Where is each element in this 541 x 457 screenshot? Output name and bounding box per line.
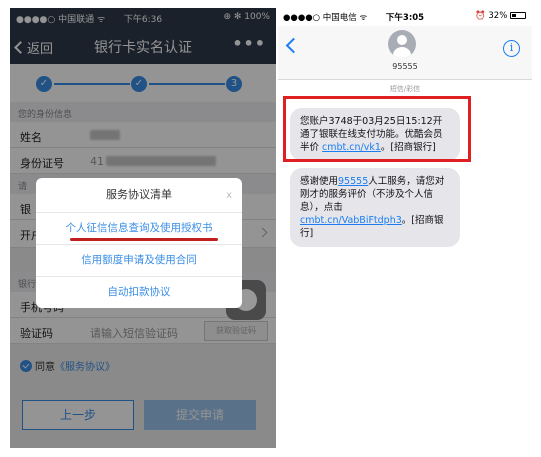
phone-number-link[interactable]: 95555 [338,176,368,187]
battery-status: ⏰ 32% [475,11,526,21]
status-bar: ●●●●○ 中国电信 ᯤ 下午3:05 ⏰ 32% [278,8,532,26]
contact-number[interactable]: 95555 [278,62,532,71]
back-chevron-icon[interactable] [285,37,302,54]
close-icon[interactable]: x [226,190,232,201]
battery-icon [510,12,526,19]
sms-bubble: 感谢使用95555人工服务，请您对刚才的服务评价（不涉及个人信息），点击 cmb… [290,168,460,247]
conversation-header: 95555 i [278,26,532,80]
contact-avatar-icon[interactable] [388,30,416,58]
agreement-item-auto-debit[interactable]: 自动扣款协议 [36,276,242,306]
sms-text: 感谢使用 [300,176,339,187]
left-screenshot: ●●●●○ 中国联通 ᯤ 下午6:36 ⊕ ✻ 100% 返回 银行卡实名认证 … [10,8,276,448]
right-screenshot: ●●●●○ 中国电信 ᯤ 下午3:05 ⏰ 32% 95555 i 短信/彩信 … [278,8,532,448]
agreement-item-credit-contract[interactable]: 信用额度申请及使用合同 [36,244,242,274]
red-highlight-box [283,96,471,162]
agreement-list-modal: 服务协议清单 x 个人征信信息查询及使用授权书 信用额度申请及使用合同 自动扣款… [36,178,242,308]
red-underline-annotation [70,238,218,241]
battery-text: ⏰ 32% [475,11,508,21]
modal-title: 服务协议清单 [106,188,172,201]
message-type-label: 短信/彩信 [389,85,421,93]
sms-link[interactable]: cmbt.cn/VabBiFtdph3 [300,215,402,226]
info-icon[interactable]: i [503,40,520,57]
